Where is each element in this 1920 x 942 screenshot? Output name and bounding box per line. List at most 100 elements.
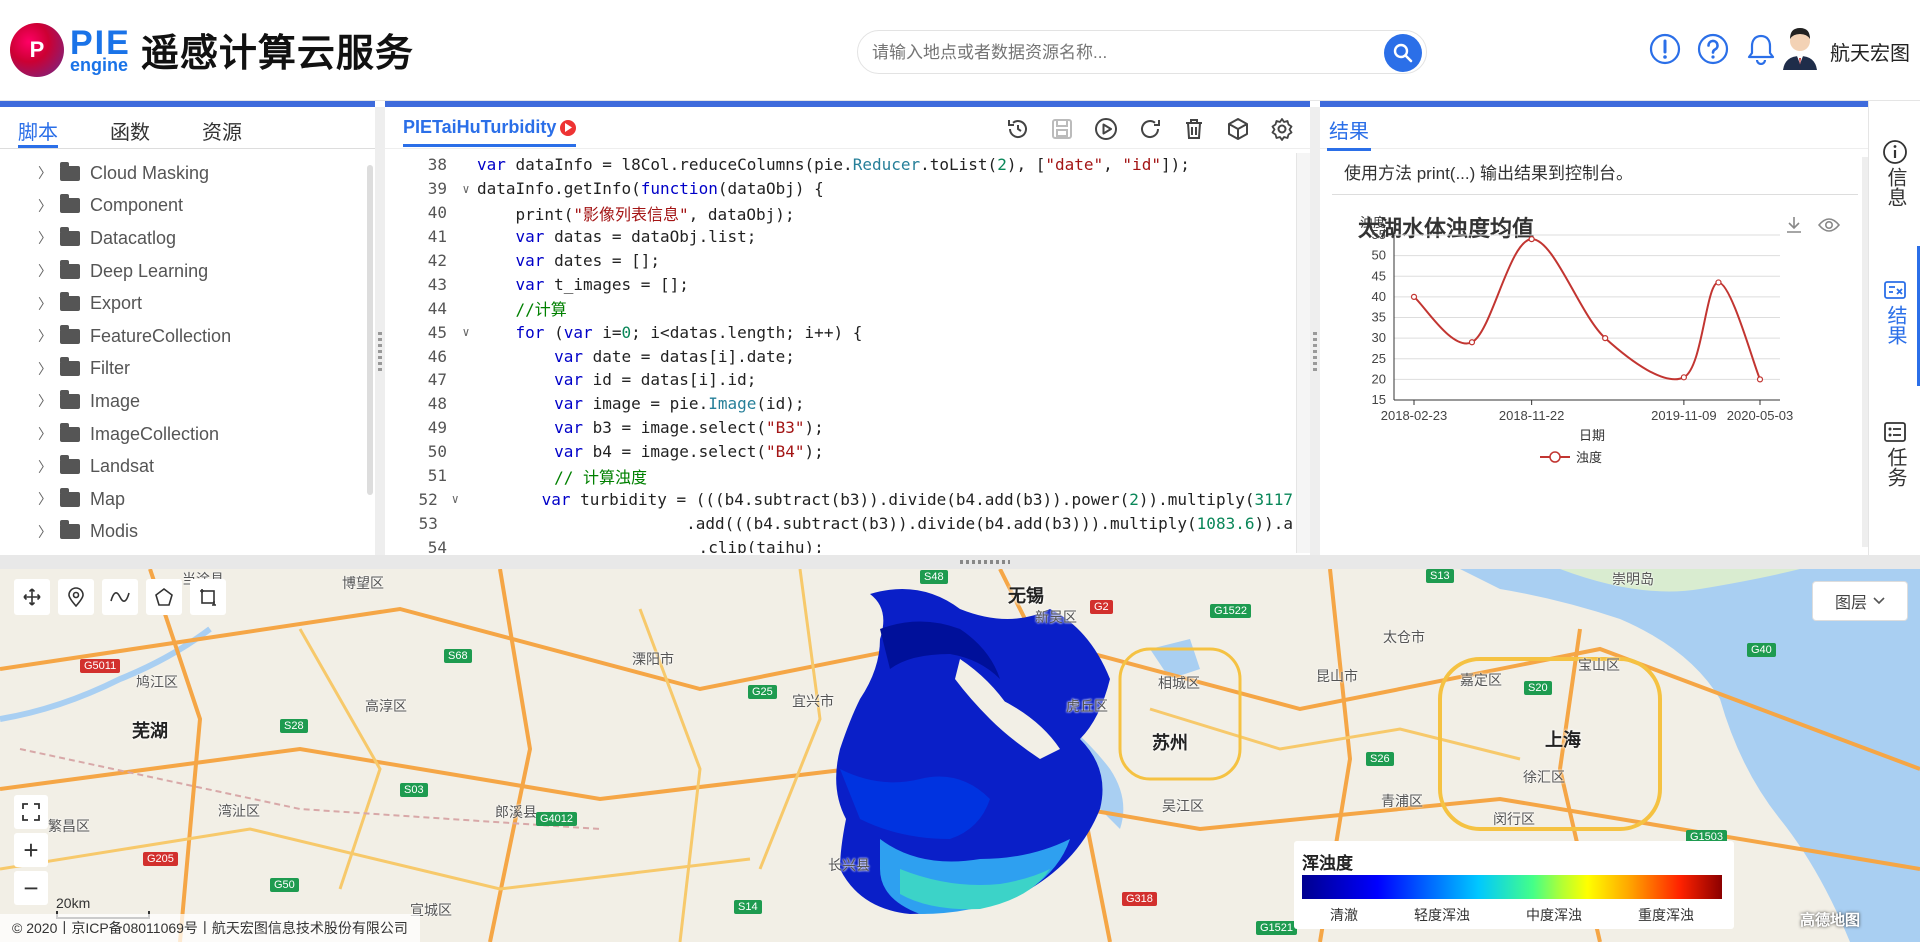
tree-folder-label: Export [90,293,143,314]
folder-icon [60,226,80,246]
code-line[interactable]: 54 .clip(taihu); [385,535,1293,553]
fold-chevron-icon[interactable]: ∨ [455,182,477,196]
right-sidebar: 信息 结果 任务 [1868,101,1920,555]
search-input[interactable] [872,41,1332,65]
settings-gear-icon[interactable] [1268,115,1296,143]
copyright-notice: © 2020丨京ICP备08011069号丨航天宏图信息技术股份有限公司 [0,914,420,942]
map-label-town: 徐汇区 [1523,769,1565,785]
chevron-right-icon: 〉 [38,295,52,312]
line-tool[interactable] [102,579,138,615]
tree-folder[interactable]: 〉 Component [0,190,375,223]
marker-tool[interactable] [58,579,94,615]
polygon-tool[interactable] [146,579,182,615]
sidebar-item-result[interactable]: 结果 [1869,277,1920,345]
code-line[interactable]: 50 var b4 = image.select("B4"); [385,440,1293,464]
map-label-town: 崇明岛 [1612,571,1654,587]
save-icon[interactable] [1048,115,1076,143]
code-line[interactable]: 39 ∨ dataInfo.getInfo(function(dataObj) { [385,177,1293,201]
tree-folder[interactable]: 〉 Landsat [0,450,375,483]
tab-result[interactable]: 结果 [1327,107,1371,151]
tab-scripts[interactable]: 脚本 [18,107,58,148]
layers-dropdown[interactable]: 图层 [1812,581,1908,621]
code-line[interactable]: 41 var datas = dataObj.list; [385,225,1293,249]
file-tab[interactable]: PIETaiHuTurbidity [403,117,577,147]
delete-icon[interactable] [1180,115,1208,143]
tree-folder[interactable]: 〉 FeatureCollection [0,320,375,353]
tree-folder[interactable]: 〉 Datacatlog [0,222,375,255]
code-line[interactable]: 40 print("影像列表信息", dataObj); [385,201,1293,225]
map-label-town: 郎溪县 [495,804,537,820]
tree-folder[interactable]: 〉 Cloud Masking [0,157,375,190]
tree-folder[interactable]: 〉 ImageCollection [0,418,375,451]
folder-icon [60,194,80,214]
map-label-city: 苏州 [1152,733,1188,753]
chevron-right-icon: 〉 [38,263,52,280]
map-view[interactable]: 无锡 苏州 上海 芜湖 当涂县 博望区 鸠江区 高淳区 溧阳市 宜兴市 虎丘区 … [0,569,1920,942]
chevron-right-icon: 〉 [38,165,52,182]
rectangle-tool[interactable] [190,579,226,615]
tree-folder[interactable]: 〉 Deep Learning [0,255,375,288]
help-icon[interactable] [1696,32,1730,66]
panel-splitter[interactable] [375,107,385,555]
code-line[interactable]: 42 var dates = []; [385,249,1293,273]
tree-folder[interactable]: 〉 Export [0,287,375,320]
data-point [1410,293,1418,300]
brand-logo[interactable]: P PIE engine 遥感计算云服务 [10,22,414,77]
tab-functions[interactable]: 函数 [110,107,150,148]
history-icon[interactable] [1004,115,1032,143]
tree-folder-label: Component [90,195,184,216]
zoom-in-button[interactable]: + [14,833,48,867]
x-tick-label: 2018-02-23 [1381,408,1448,423]
tree-folder[interactable]: 〉 Map [0,483,375,516]
folder-icon [60,455,80,475]
tab-resources[interactable]: 资源 [202,107,242,148]
fold-chevron-icon[interactable]: ∨ [455,325,477,339]
map-label-town: 高淳区 [365,698,407,714]
tree-folder[interactable]: 〉 Modis [0,516,375,549]
code-area[interactable]: 38 var dataInfo = l8Col.reduceColumns(pie… [385,153,1293,553]
result-list-icon [1884,281,1906,299]
code-line[interactable]: 43 var t_images = []; [385,272,1293,296]
tree-scrollbar[interactable] [367,165,373,495]
fold-chevron-icon[interactable]: ∨ [446,492,465,506]
code-line[interactable]: 48 var image = pie.Image(id); [385,392,1293,416]
user-name[interactable]: 航天宏图 [1830,37,1910,66]
code-line[interactable]: 51 // 计算浊度 [385,464,1293,488]
code-line[interactable]: 44 //计算 [385,296,1293,320]
fullscreen-button[interactable] [14,795,48,829]
code-line[interactable]: 38 var dataInfo = l8Col.reduceColumns(pie… [385,153,1293,177]
code-line[interactable]: 45 ∨ for (var i=0; i<datas.length; i++) { [385,320,1293,344]
line-number: 41 [427,227,447,247]
panel-splitter[interactable] [1310,107,1320,555]
sidebar-item-info[interactable]: 信息 [1869,139,1920,207]
folder-icon [60,161,80,181]
code-line[interactable]: 52 ∨ var turbidity = (((b4.subtract(b3)).… [385,487,1293,511]
bell-icon[interactable] [1744,32,1778,66]
zoom-out-button[interactable]: − [14,871,48,905]
sidebar-item-tasks[interactable]: 任务 [1869,419,1920,487]
tree-folder[interactable]: 〉 Filter [0,353,375,386]
search-button[interactable] [1384,34,1422,72]
map-label-town: 吴江区 [1162,798,1204,814]
map-road-shield: S13 [1426,569,1454,583]
map-label-town: 闵行区 [1493,811,1535,827]
run-icon[interactable] [1092,115,1120,143]
refresh-icon[interactable] [1136,115,1164,143]
cube-icon[interactable] [1224,115,1252,143]
alert-icon[interactable] [1648,32,1682,66]
code-line[interactable]: 46 var date = datas[i].date; [385,344,1293,368]
code-scrollbar[interactable] [1296,153,1310,553]
user-avatar[interactable] [1780,26,1820,70]
code-line[interactable]: 53 .add(((b4.subtract(b3)).divide(b4.add… [385,511,1293,535]
horizontal-splitter[interactable] [0,555,1920,569]
draw-toolbar [14,579,226,615]
sidebar-item-label: 结果 [1884,305,1906,345]
code-text: for (var i=0; i<datas.length; i++) { [515,322,863,342]
code-line[interactable]: 47 var id = datas[i].id; [385,368,1293,392]
tree-folder[interactable]: 〉 Image [0,385,375,418]
code-line[interactable]: 49 var b3 = image.select("B3"); [385,416,1293,440]
logo-wordmark: PIE engine [70,26,131,74]
code-text: var turbidity = (((b4.subtract(b3)).divi… [541,489,1293,509]
pan-tool[interactable] [14,579,50,615]
y-tick-label: 55 [1372,227,1386,242]
